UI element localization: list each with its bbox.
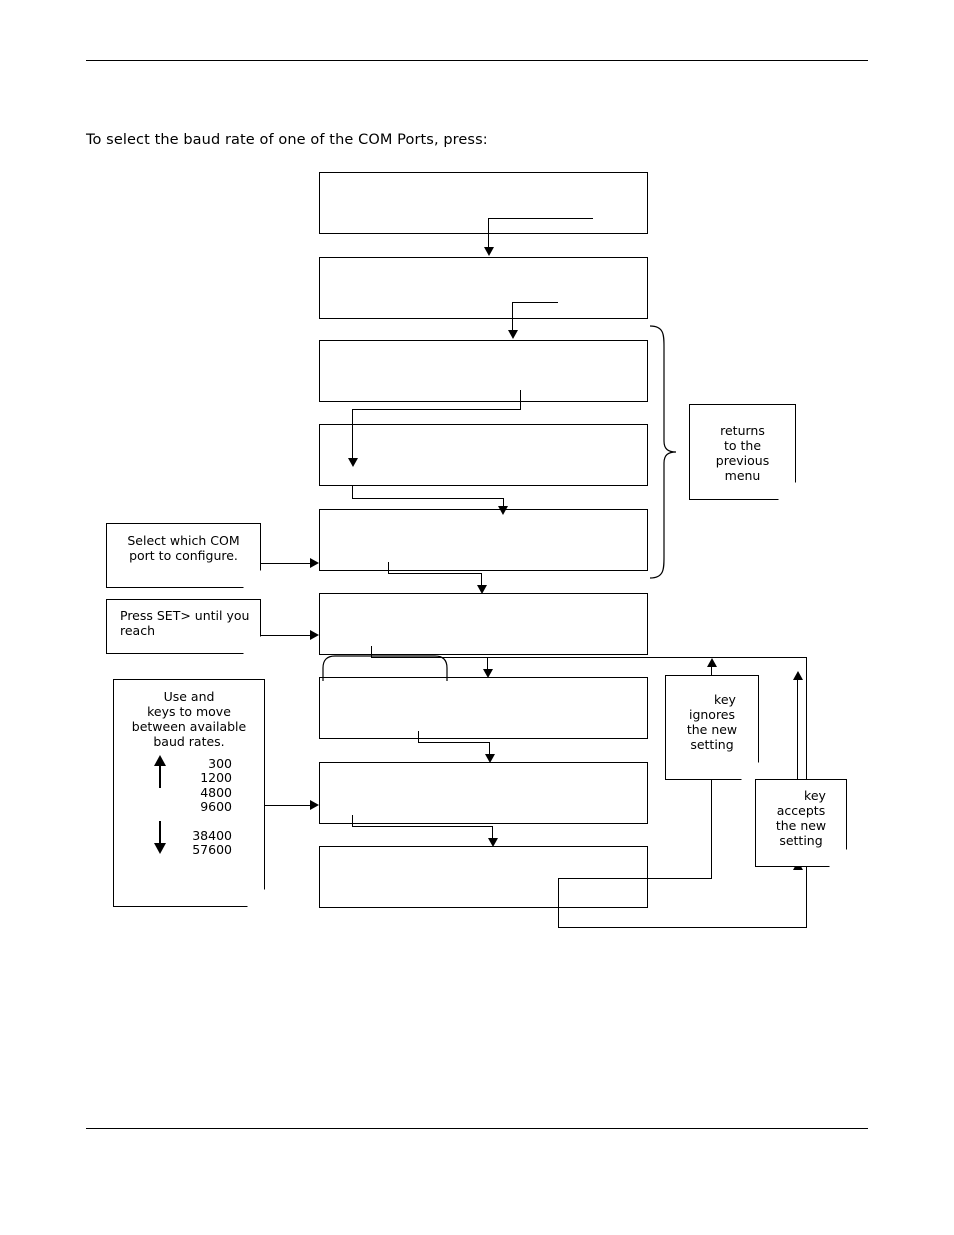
note-baud-line3: between available [131,719,247,734]
connector-3-horizontal [352,409,521,410]
arrow-note-set-to-box6 [310,630,319,640]
flow-box-4 [319,424,648,486]
arrow-box3-to-box4 [348,458,358,467]
connector-5-horizontal [388,573,482,574]
note-baud-line1: Use and [163,689,215,704]
arrow-box1-to-box2 [484,247,494,256]
baud-rate-38400: 38400 [192,827,232,843]
note-fold-corner-icon [243,636,261,654]
arrow-note-com-to-box5 [310,558,319,568]
note-returns-line2: to the [723,438,762,453]
arrow-box7-to-box8 [485,754,495,763]
note-accepts-line1: key [804,788,826,803]
flow-box-5 [319,509,648,571]
note-key-accepts: key accepts the new setting [755,779,847,867]
arrow-box8-to-box9 [488,838,498,847]
connector-3-vertical-a [520,390,521,409]
flow-box-7 [319,677,648,739]
note-returns-line1: returns [720,423,765,438]
baud-list-gap [174,815,232,829]
arrow-box5-to-box6 [477,585,487,594]
baud-rate-1200: 1200 [200,770,232,786]
page-canvas: To select the baud rate of one of the CO… [0,0,954,1235]
feedback-box9-stub [558,878,711,879]
note-ignores-line4: setting [690,737,734,752]
note-com-connector [261,563,311,564]
arrow-box2-to-box3 [508,330,518,339]
note-accepts-line2: accepts [776,803,826,818]
group-brace [648,325,677,579]
note-returns-line3: previous [715,453,770,468]
feedback-box9-horizontal [558,927,807,928]
connector-8-horizontal [352,826,493,827]
flow-box-2 [319,257,648,319]
connector-5-vertical-a [388,562,389,573]
connector-4-horizontal [352,498,504,499]
arrow-up-icon [154,755,166,766]
note-set-line2: reach [120,623,156,638]
note-press-set: Press SET> until you reach [106,599,261,654]
note-baud-rates: Use and keys to move between available b… [113,679,265,907]
flow-box-9 [319,846,648,908]
note-baud-heading: Use and keys to move between available b… [114,680,264,749]
baud-rate-4800: 4800 [200,784,232,800]
note-baud-line4: baud rates. [153,734,225,749]
arrow-up-accepts [793,671,803,680]
note-baud-rate-list: 300 1200 4800 9600 38400 57600 [174,756,232,858]
flow-box-8 [319,762,648,824]
connector-1-vertical [488,218,489,248]
note-com-line1: Select which COM [127,533,240,548]
note-set-connector [261,635,311,636]
note-select-com-port: Select which COM port to configure. [106,523,261,588]
header-rule [86,60,868,61]
arrow-up-stem [159,766,161,788]
connector-2-vertical [512,302,513,331]
footer-rule [86,1128,868,1129]
note-fold-corner-icon [778,482,796,500]
arrow-note-baud-to-box8 [310,800,319,810]
flow-box-1 [319,172,648,234]
note-fold-corner-icon [243,570,261,588]
flow-box-3 [319,340,648,402]
note-ignores-line3: the new [686,722,738,737]
note-fold-corner-icon [741,762,759,780]
note-fold-corner-icon [247,889,265,907]
note-ignores-line1: key [714,692,736,707]
note-ignores-line2: ignores [688,707,736,722]
arrow-down-icon [154,843,166,854]
note-set-line1: Press SET> until you [120,608,250,623]
note-key-ignores: key ignores the new setting [665,675,759,780]
note-fold-corner-icon [829,849,847,867]
arrow-box6-to-box7 [483,669,493,678]
rounded-connector-box7 [322,655,448,681]
baud-rate-9600: 9600 [200,799,232,815]
arrow-up-ignores [707,658,717,667]
arrow-box4-to-box5 [498,506,508,515]
page-intro-text: To select the baud rate of one of the CO… [86,132,488,148]
connector-3-vertical-b [352,409,353,462]
note-returns-line4: menu [724,468,761,483]
note-com-line2: port to configure. [129,548,238,563]
connector-2-horizontal [512,302,558,303]
flow-box-6 [319,593,648,655]
connector-1-horizontal [488,218,593,219]
note-accepts-line4: setting [779,833,823,848]
connector-4-vertical-a [352,486,353,498]
note-returns-to-previous-menu: returns to the previous menu [689,404,796,500]
feedback-line-top-horizontal [487,657,807,658]
baud-rate-300: 300 [208,756,232,771]
arrow-down-stem [159,821,161,843]
note-baud-connector [265,805,311,806]
note-accepts-line3: the new [775,818,827,833]
baud-rate-57600: 57600 [192,842,232,858]
connector-7-vertical-a [418,731,419,742]
connector-8-vertical-a [352,815,353,826]
feedback-box9-vertical [558,878,559,927]
connector-7-horizontal [418,742,490,743]
note-baud-line2: keys to move [147,704,231,719]
